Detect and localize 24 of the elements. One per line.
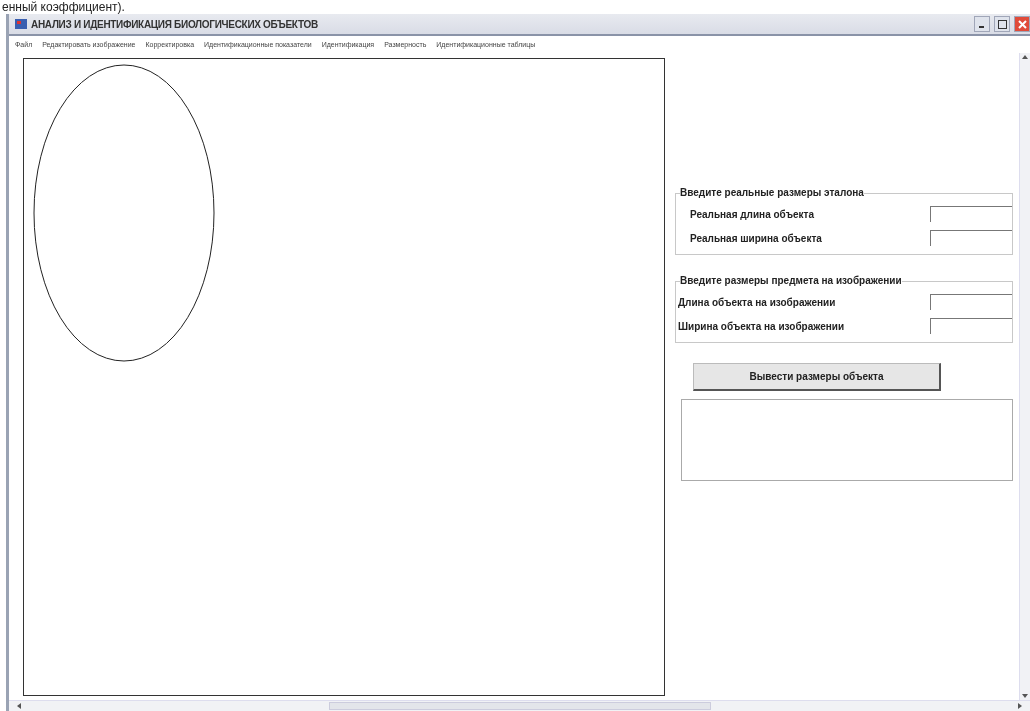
group-title: Введите размеры предмета на изображении [680, 275, 902, 286]
scroll-left-icon[interactable] [15, 702, 23, 710]
field-label: Реальная ширина объекта [690, 232, 822, 244]
caption-text: енный коэффициент). [2, 0, 125, 14]
show-size-button[interactable]: Вывести размеры объекта [693, 363, 941, 391]
vertical-scrollbar[interactable] [1019, 53, 1030, 700]
field-label: Ширина объекта на изображении [678, 320, 845, 332]
horizontal-scrollbar[interactable] [9, 700, 1030, 711]
scroll-right-icon[interactable] [1016, 702, 1024, 710]
field-label: Длина объекта на изображении [678, 296, 836, 308]
minimize-button[interactable] [974, 16, 990, 32]
close-button[interactable] [1014, 16, 1030, 32]
group-title: Введите реальные размеры эталона [680, 187, 864, 198]
input-field[interactable] [930, 318, 1012, 334]
close-icon [1017, 19, 1027, 29]
app-icon [15, 19, 27, 29]
maximize-button[interactable] [994, 16, 1010, 32]
maximize-icon [997, 19, 1007, 29]
window-title: АНАЛИЗ И ИДЕНТИФИКАЦИЯ БИОЛОГИЧЕСКИХ ОБЪЕКТОВ [31, 18, 319, 30]
input-field[interactable] [930, 206, 1012, 222]
input-field[interactable] [930, 230, 1012, 246]
input-field[interactable] [930, 294, 1012, 310]
output-field[interactable] [681, 399, 1013, 481]
field-label: Реальная длина объекта [690, 208, 814, 220]
